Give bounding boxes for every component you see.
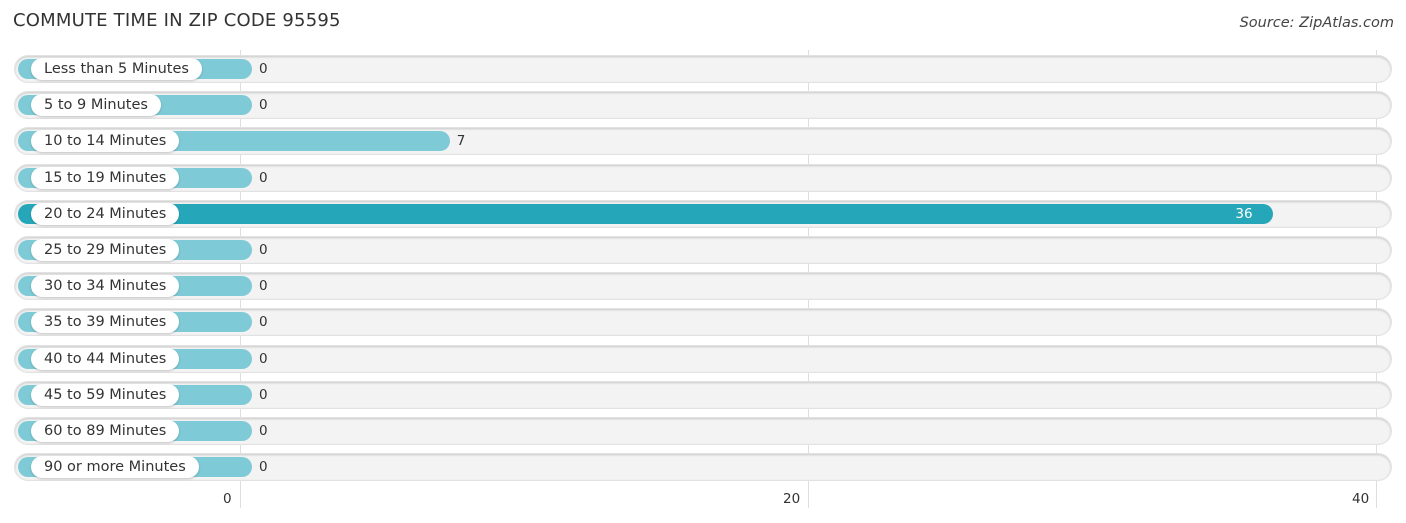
category-label: 30 to 34 Minutes [31,275,180,298]
source-label: Source: ZipAtlas.com [1239,15,1394,31]
x-tick-20: 20 [783,491,801,507]
category-label: 10 to 14 Minutes [31,130,180,153]
x-tick-40: 40 [1352,491,1370,507]
value-label: 0 [259,61,268,77]
value-label: 0 [259,278,268,295]
value-label: 0 [259,314,268,331]
category-label: 40 to 44 Minutes [31,347,180,370]
value-label: 0 [259,97,268,114]
value-label: 0 [259,423,268,439]
x-tick-0: 0 [223,491,232,507]
value-label: 0 [259,350,268,367]
category-label: 45 to 59 Minutes [31,383,180,406]
value-label: 0 [259,386,268,403]
category-label: 25 to 29 Minutes [31,239,180,261]
value-label: 7 [456,133,466,150]
value-label: 0 [259,169,268,186]
category-label: 15 to 19 Minutes [31,166,180,189]
category-label: 60 to 89 Minutes [31,420,180,442]
category-label: 5 to 9 Minutes [31,94,161,117]
category-label: 20 to 24 Minutes [31,202,180,225]
chart-title: COMMUTE TIME IN ZIP CODE 95595 [13,10,341,31]
category-label: 35 to 39 Minutes [31,311,180,334]
bar [18,203,1274,224]
category-label: Less than 5 Minutes [31,58,202,80]
category-label: 90 or more Minutes [31,456,199,479]
value-label: 0 [259,459,268,476]
value-label: 0 [259,242,268,258]
value-label: 36 [1235,205,1253,222]
